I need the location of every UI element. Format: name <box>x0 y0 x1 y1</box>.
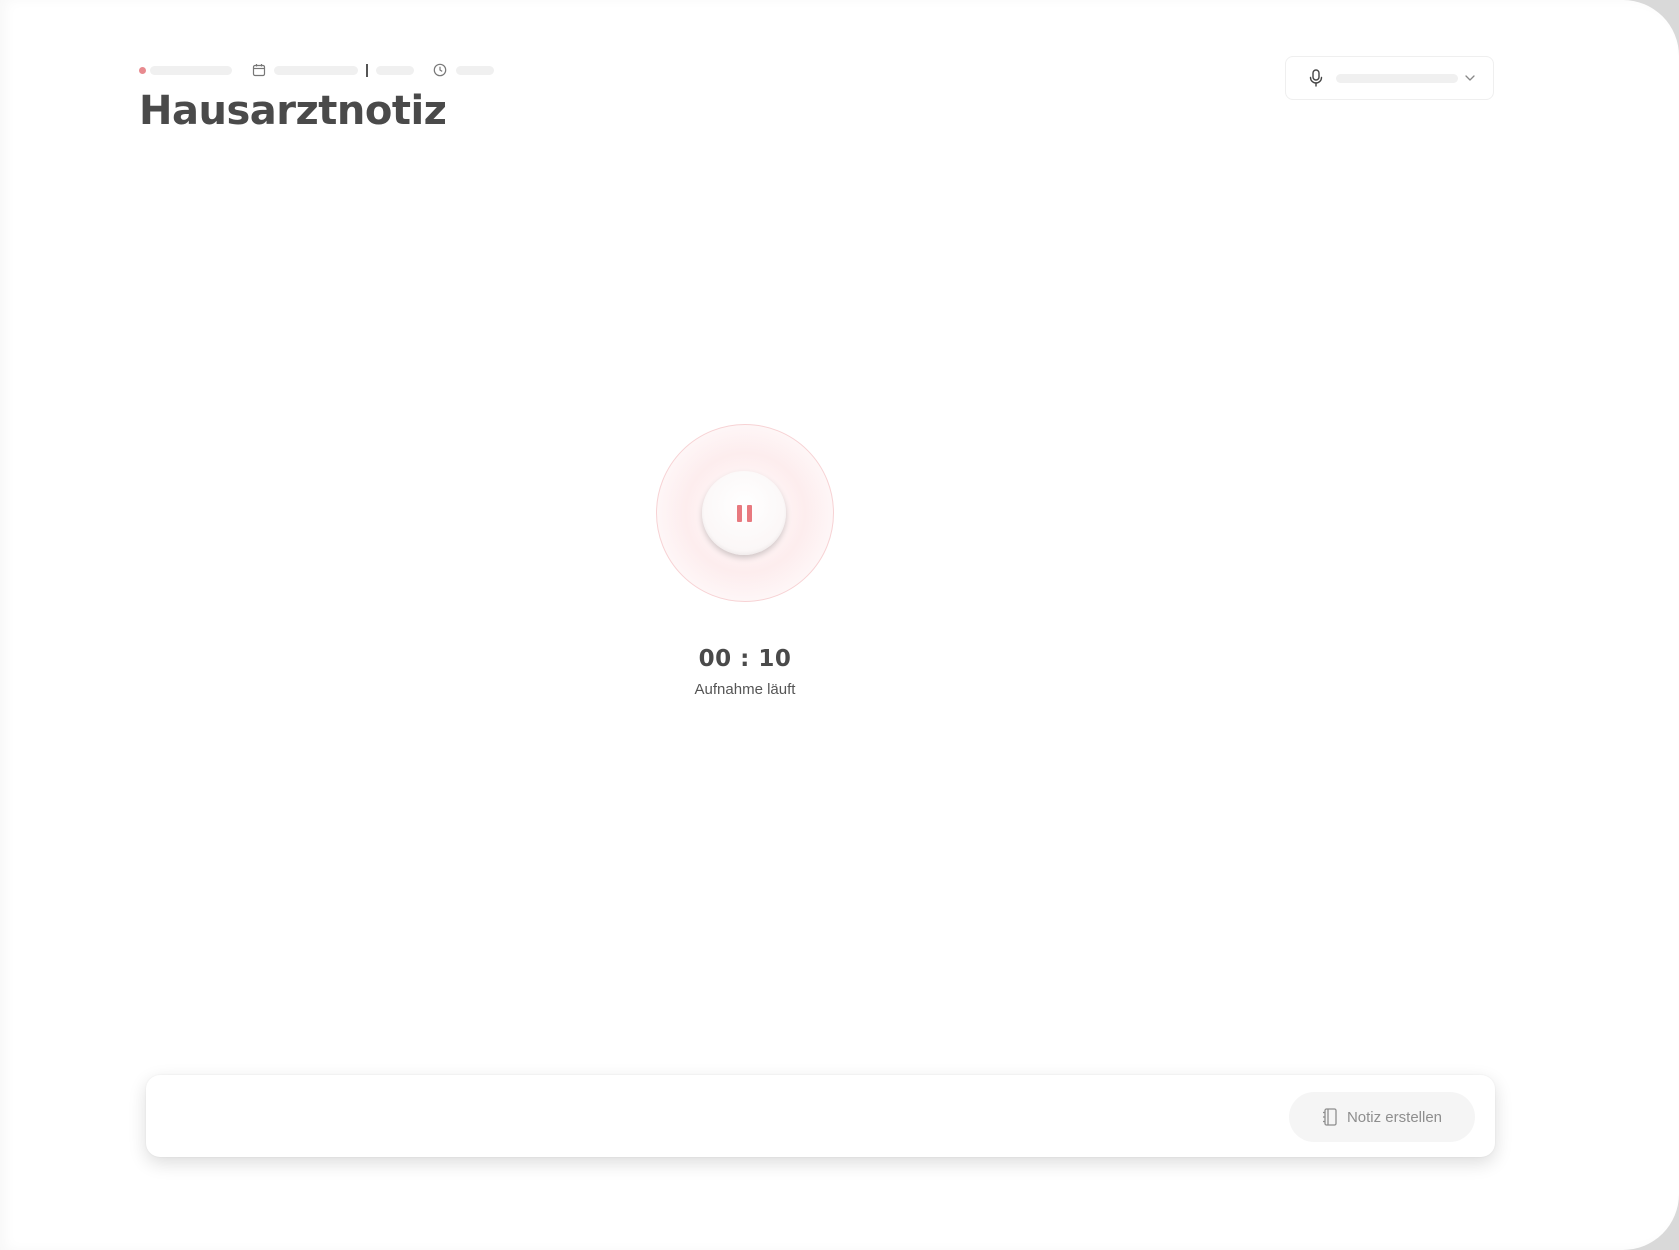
recording-status: Aufnahme läuft <box>694 681 796 698</box>
duration-placeholder <box>455 65 494 75</box>
create-note-label: Notiz erstellen <box>1346 1108 1443 1126</box>
status-placeholder <box>150 65 232 75</box>
recording-timer-container: 00 : 10 <box>645 646 845 672</box>
page-title: Hausarztnotiz <box>139 88 447 134</box>
notebook-icon <box>1322 1108 1338 1126</box>
create-note-button[interactable]: Notiz erstellen <box>1289 1092 1475 1142</box>
microphone-icon <box>1308 69 1324 87</box>
bottom-action-bar: Notiz erstellen <box>146 1075 1495 1157</box>
chevron-down-icon <box>1463 71 1477 85</box>
time-placeholder <box>375 65 414 75</box>
microphone-select[interactable] <box>1285 56 1494 100</box>
app-window: Hausarztnotiz 00 : 10 Aufnahme läuft Not… <box>0 0 1679 1250</box>
microphone-name-placeholder <box>1336 73 1458 83</box>
date-placeholder <box>274 65 358 75</box>
recording-meta-row <box>139 62 494 78</box>
status-dot <box>139 66 146 74</box>
calendar-icon <box>251 63 266 78</box>
pause-icon <box>736 504 752 522</box>
meta-separator <box>366 63 368 77</box>
recording-timer: 00 : 10 <box>698 646 792 672</box>
clock-icon <box>433 63 448 78</box>
pause-button[interactable] <box>702 471 786 555</box>
